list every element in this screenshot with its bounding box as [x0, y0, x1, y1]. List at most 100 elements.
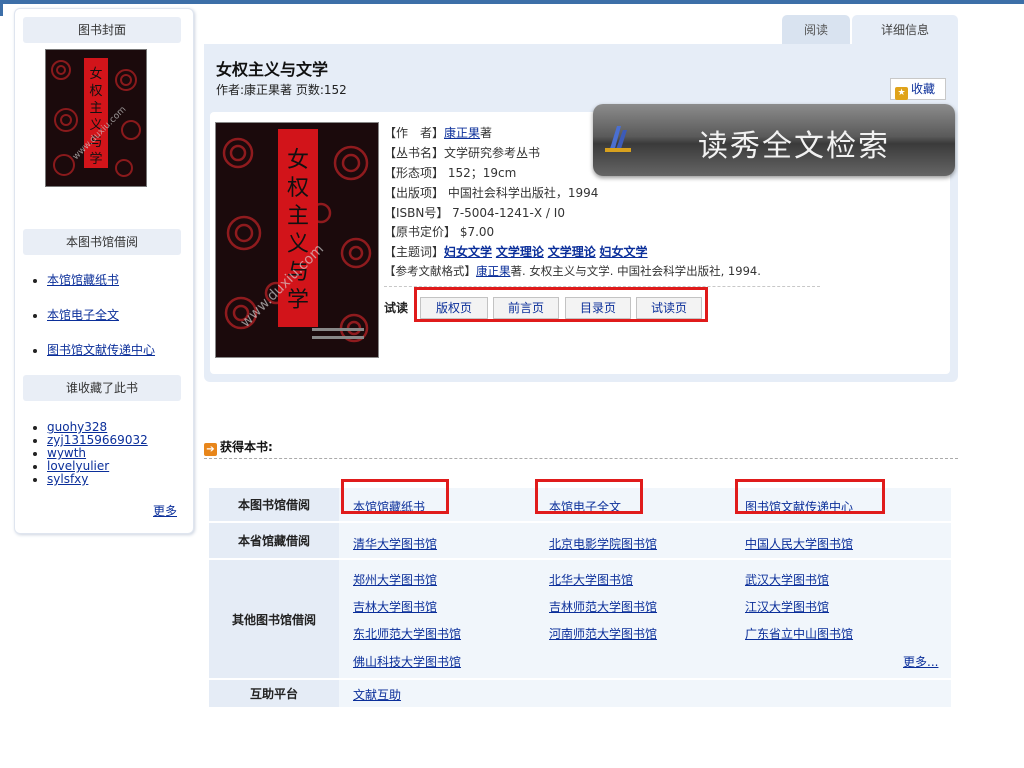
- subject-link[interactable]: 妇女文学: [444, 245, 492, 259]
- library-link[interactable]: 武汉大学图书馆: [745, 571, 829, 588]
- favorite-button[interactable]: ★ 收藏: [890, 78, 946, 100]
- book-author-pages: 作者:康正果著 页数:152: [216, 83, 347, 97]
- library-link[interactable]: 河南师范大学图书馆: [549, 625, 657, 642]
- window-top-border: [0, 0, 1024, 4]
- search-banner-text: 读秀全文检索: [698, 129, 890, 164]
- library-link[interactable]: 清华大学图书馆: [353, 535, 437, 552]
- divider: [204, 458, 958, 459]
- row-header-library: 本图书馆借阅: [209, 488, 339, 521]
- list-item: 本馆电子全文: [47, 306, 155, 341]
- mutual-help-link[interactable]: 文献互助: [353, 686, 401, 703]
- citation-text: 著. 女权主义与文学. 中国社会科学出版社, 1994.: [510, 264, 761, 278]
- library-link[interactable]: 东北师范大学图书馆: [353, 625, 461, 642]
- row-header-mutual: 互助平台: [209, 680, 339, 707]
- get-book-heading-text: 获得本书:: [220, 440, 273, 454]
- user-link[interactable]: lovelyulier: [47, 459, 109, 473]
- subject-link[interactable]: 妇女文学: [600, 245, 648, 259]
- favorite-users-list: guohy328 zyj13159669032 wywth lovelyulie…: [31, 421, 148, 486]
- highlight-box-try-read: [414, 287, 708, 322]
- tab-read[interactable]: 阅读: [782, 15, 850, 45]
- row-header-other: 其他图书馆借阅: [209, 560, 339, 678]
- row-header-province: 本省馆藏借阅: [209, 523, 339, 558]
- svg-text:学: 学: [287, 288, 309, 313]
- svg-text:权: 权: [287, 176, 309, 201]
- meta-citation: 【参考文献格式】康正果著. 女权主义与文学. 中国社会科学出版社, 1994.: [384, 263, 761, 279]
- more-libraries-link[interactable]: 更多...: [903, 653, 938, 670]
- user-link[interactable]: zyj13159669032: [47, 433, 148, 447]
- meta-author: 【作 者】康正果著: [384, 124, 492, 141]
- svg-text:权: 权: [89, 83, 102, 99]
- link-row: 清华大学图书馆 北京电影学院图书馆 中国人民大学图书馆: [339, 523, 951, 558]
- table-row: 互助平台 文献互助: [209, 680, 951, 707]
- svg-text:女: 女: [89, 66, 102, 82]
- sidebar: 图书封面 女 权 主 义 与 学 www.duxiu.com 本图书馆借阅 本馆…: [14, 8, 194, 534]
- library-link[interactable]: 北华大学图书馆: [549, 571, 633, 588]
- meta-subjects: 【主题词】妇女文学 文学理论 文学理论 妇女文学: [384, 243, 648, 260]
- meta-publish: 【出版项】 中国社会科学出版社，1994: [384, 186, 599, 200]
- link-library-ebook[interactable]: 本馆电子全文: [47, 308, 119, 322]
- library-link[interactable]: 郑州大学图书馆: [353, 571, 437, 588]
- subject-label: 【主题词】: [384, 245, 445, 259]
- author-suffix: 著: [480, 126, 493, 140]
- table-cell: 文献互助: [339, 680, 951, 707]
- duxiu-logo-icon: [605, 126, 631, 152]
- table-cell: 清华大学图书馆 北京电影学院图书馆 中国人民大学图书馆: [339, 523, 951, 558]
- star-icon: ★: [895, 87, 908, 100]
- fulltext-search-banner[interactable]: 读秀全文检索: [593, 104, 955, 176]
- meta-physical: 【形态项】 152；19cm: [384, 166, 517, 180]
- highlight-box-paper: [341, 479, 449, 514]
- subject-link[interactable]: 文学理论: [496, 245, 544, 259]
- library-link[interactable]: 广东省立中山图书馆: [745, 625, 853, 642]
- favorites-section-title: 谁收藏了此书: [23, 375, 181, 401]
- svg-text:主: 主: [89, 101, 102, 116]
- book-title: 女权主义与文学: [216, 60, 329, 79]
- author-link[interactable]: 康正果: [444, 126, 480, 140]
- subject-link[interactable]: 文学理论: [548, 245, 596, 259]
- library-link[interactable]: 吉林师范大学图书馆: [549, 598, 657, 615]
- table-cell: 郑州大学图书馆 北华大学图书馆 武汉大学图书馆 吉林大学图书馆 吉林师范大学图书…: [339, 560, 951, 678]
- window-left-edge: [0, 0, 3, 16]
- get-book-table: 本图书馆借阅 本馆馆藏纸书 本馆电子全文 图书馆文献传递中心 本省馆藏借阅 清华…: [209, 486, 951, 709]
- meta-price: 【原书定价】 $7.00: [384, 225, 495, 239]
- main-book-cover[interactable]: 女 权 主 义 与 学 www.duxiu.com: [215, 122, 379, 358]
- try-read-label: 试读: [384, 301, 409, 315]
- meta-isbn: 【ISBN号】 7-5004-1241-X / I0: [384, 206, 565, 220]
- user-link[interactable]: sylsfxy: [47, 472, 88, 486]
- sidebar-cover-art: 女 权 主 义 与 学 www.duxiu.com: [46, 50, 146, 186]
- tab-details[interactable]: 详细信息: [852, 15, 958, 45]
- highlight-box-delivery: [735, 479, 885, 514]
- link-row: 文献互助: [339, 680, 951, 707]
- library-link[interactable]: 吉林大学图书馆: [353, 598, 437, 615]
- favorites-more-link[interactable]: 更多: [153, 502, 177, 519]
- main-cover-art: 女 权 主 义 与 学 www.duxiu.com: [216, 123, 378, 357]
- svg-text:主: 主: [287, 204, 309, 229]
- highlight-box-ebook: [535, 479, 643, 514]
- link-library-paper[interactable]: 本馆馆藏纸书: [47, 273, 119, 287]
- link-grid: 郑州大学图书馆 北华大学图书馆 武汉大学图书馆 吉林大学图书馆 吉林师范大学图书…: [339, 560, 951, 678]
- get-book-heading: ➔ 获得本书:: [204, 438, 273, 456]
- svg-text:女: 女: [287, 148, 309, 173]
- table-row: 其他图书馆借阅 郑州大学图书馆 北华大学图书馆 武汉大学图书馆 吉林大学图书馆 …: [209, 560, 951, 678]
- user-link[interactable]: wywth: [47, 446, 86, 460]
- library-link[interactable]: 江汉大学图书馆: [745, 598, 829, 615]
- sidebar-book-cover[interactable]: 女 权 主 义 与 学 www.duxiu.com: [45, 49, 147, 187]
- list-item: 本馆馆藏纸书: [47, 271, 155, 306]
- citation-label: 【参考文献格式】: [384, 264, 476, 278]
- library-link[interactable]: 佛山科技大学图书馆: [353, 653, 461, 670]
- author-label: 【作 者】: [384, 126, 445, 140]
- cover-section-title: 图书封面: [23, 17, 181, 43]
- favorite-label: 收藏: [911, 82, 936, 96]
- link-document-delivery[interactable]: 图书馆文献传递中心: [47, 343, 155, 357]
- list-item: sylsfxy: [47, 473, 148, 486]
- svg-text:学: 学: [89, 151, 102, 167]
- meta-series: 【丛书名】文学研究参考丛书: [384, 146, 541, 160]
- arrow-right-icon: ➔: [204, 443, 217, 456]
- library-link-list: 本馆馆藏纸书 本馆电子全文 图书馆文献传递中心: [31, 271, 155, 376]
- citation-author-link[interactable]: 康正果: [476, 264, 511, 278]
- table-row: 本省馆藏借阅 清华大学图书馆 北京电影学院图书馆 中国人民大学图书馆: [209, 523, 951, 558]
- list-item: 图书馆文献传递中心: [47, 341, 155, 376]
- library-link[interactable]: 北京电影学院图书馆: [549, 535, 657, 552]
- library-link[interactable]: 中国人民大学图书馆: [745, 535, 853, 552]
- library-section-title: 本图书馆借阅: [23, 229, 181, 255]
- user-link[interactable]: guohy328: [47, 420, 107, 434]
